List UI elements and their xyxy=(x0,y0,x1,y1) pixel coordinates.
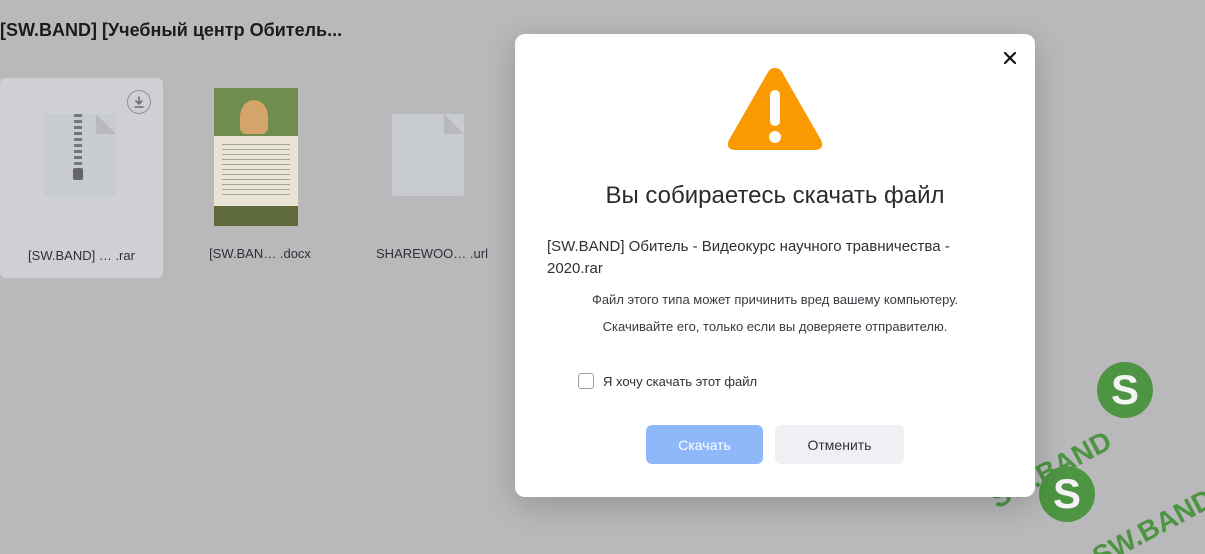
file-name: SHAREWOO… .url xyxy=(376,246,488,261)
file-name: [SW.BAN… .docx xyxy=(209,246,311,261)
download-icon[interactable] xyxy=(127,90,151,114)
generic-file-icon xyxy=(392,114,464,196)
dialog-title: Вы собираетесь скачать файл xyxy=(605,182,945,209)
full-file-name: [SW.BAND] Обитель - Видеокурс научного т… xyxy=(547,238,950,277)
confirmation-label: Я хочу скачать этот файл xyxy=(603,373,758,389)
zip-stripe xyxy=(74,114,82,166)
file-card-rar[interactable]: [SW.BAND] … .rar xyxy=(0,78,163,278)
download-button[interactable]: Скачать xyxy=(646,425,763,464)
document-thumbnail xyxy=(214,88,298,226)
file-card-docx[interactable]: [SW.BAN… .docx xyxy=(196,78,324,278)
file-card-url[interactable]: SHAREWOO… .url xyxy=(368,78,496,278)
thumbnail-illustration xyxy=(214,88,298,136)
watermark-logo: S xyxy=(1097,362,1153,418)
close-button[interactable] xyxy=(998,46,1022,70)
archive-file-icon xyxy=(44,114,116,196)
warning-message-line-1: Файл этого типа может причинить вред ваш… xyxy=(591,292,959,307)
thumbnail-footer-image xyxy=(214,206,298,226)
confirmation-checkbox[interactable] xyxy=(578,373,594,389)
cancel-button[interactable]: Отменить xyxy=(775,425,904,464)
download-warning-dialog: Вы собираетесь скачать файл [SW.BAND] Об… xyxy=(515,34,1035,497)
warning-message-line-2: Скачивайте его, только если вы доверяете… xyxy=(602,319,948,334)
watermark-text: SW.BAND xyxy=(1087,482,1205,554)
download-confirmation[interactable]: Я хочу скачать этот файл xyxy=(578,372,757,390)
watermark-logo: S xyxy=(1039,466,1095,522)
zip-pull xyxy=(73,168,83,180)
folder-title: [SW.BAND] [Учебный центр Обитель... xyxy=(0,20,343,40)
thumbnail-text-lines xyxy=(222,144,290,196)
file-name: [SW.BAND] … .rar xyxy=(28,248,135,263)
close-icon xyxy=(1003,51,1017,65)
warning-icon xyxy=(727,68,823,150)
